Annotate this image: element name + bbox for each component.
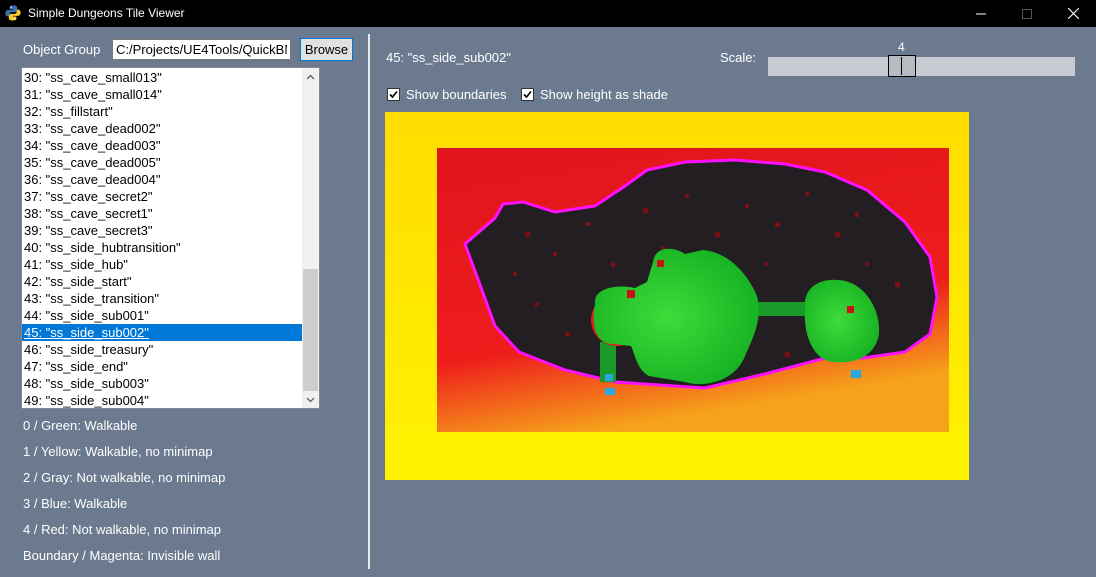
list-item[interactable]: 36: "ss_cave_dead004" [22, 171, 303, 188]
list-item[interactable]: 47: "ss_side_end" [22, 358, 303, 375]
window-title: Simple Dungeons Tile Viewer [28, 6, 185, 20]
tile-listbox[interactable]: 30: "ss_cave_small013" 31: "ss_cave_small… [21, 67, 320, 409]
list-item[interactable]: 37: "ss_cave_secret2" [22, 188, 303, 205]
title-bar: Simple Dungeons Tile Viewer [0, 0, 1096, 27]
marker-red [657, 260, 664, 267]
scale-slider-track[interactable] [768, 57, 1075, 76]
list-scrollbar[interactable] [302, 68, 319, 408]
browse-button[interactable]: Browse [300, 38, 353, 61]
marker-red [847, 306, 854, 313]
marker-red [627, 290, 635, 298]
minimize-icon [976, 13, 986, 14]
scale-slider-thumb[interactable] [888, 55, 916, 77]
panel-divider [368, 34, 370, 569]
list-item[interactable]: 31: "ss_cave_small014" [22, 86, 303, 103]
scroll-down-button[interactable] [302, 391, 319, 408]
scale-value: 4 [898, 40, 905, 54]
list-item[interactable]: 33: "ss_cave_dead002" [22, 120, 303, 137]
maximize-button[interactable] [1004, 0, 1050, 27]
show-boundaries-checkbox[interactable] [387, 88, 400, 101]
show-height-label: Show height as shade [540, 87, 668, 102]
list-item[interactable]: 39: "ss_cave_secret3" [22, 222, 303, 239]
chevron-down-icon [306, 397, 315, 402]
legend-red: 4 / Red: Not walkable, no minimap [23, 522, 221, 537]
list-item[interactable]: 49: "ss_side_sub004" [22, 392, 303, 408]
checkmark-icon [523, 90, 532, 99]
list-item[interactable]: 34: "ss_cave_dead003" [22, 137, 303, 154]
blue-walkable-tile [851, 370, 861, 378]
list-item[interactable]: 44: "ss_side_sub001" [22, 307, 303, 324]
list-item[interactable]: 42: "ss_side_start" [22, 273, 303, 290]
minimize-button[interactable] [958, 0, 1004, 27]
list-item[interactable]: 35: "ss_cave_dead005" [22, 154, 303, 171]
list-item[interactable]: 40: "ss_side_hubtransition" [22, 239, 303, 256]
legend-green: 0 / Green: Walkable [23, 418, 138, 433]
blue-walkable-tile [605, 388, 615, 395]
blue-walkable-tile [605, 374, 613, 381]
maximize-icon [1022, 8, 1032, 19]
list-item[interactable]: 48: "ss_side_sub003" [22, 375, 303, 392]
tile-list: 30: "ss_cave_small013" 31: "ss_cave_small… [22, 69, 303, 408]
python-app-icon [5, 5, 21, 21]
close-icon [1067, 8, 1079, 19]
close-button[interactable] [1050, 0, 1096, 27]
show-boundaries-label: Show boundaries [406, 87, 507, 102]
object-group-label: Object Group [23, 42, 101, 57]
tile-name-label: 45: "ss_side_sub002" [386, 50, 511, 65]
list-item[interactable]: 43: "ss_side_transition" [22, 290, 303, 307]
scroll-up-button[interactable] [302, 68, 319, 85]
show-height-checkbox[interactable] [521, 88, 534, 101]
list-item[interactable]: 41: "ss_side_hub" [22, 256, 303, 273]
green-connector [755, 302, 807, 316]
scroll-thumb[interactable] [303, 269, 318, 391]
legend-magenta: Boundary / Magenta: Invisible wall [23, 548, 221, 563]
legend-gray: 2 / Gray: Not walkable, no minimap [23, 470, 226, 485]
legend-yellow: 1 / Yellow: Walkable, no minimap [23, 444, 213, 459]
list-item[interactable]: 38: "ss_cave_secret1" [22, 205, 303, 222]
scale-label: Scale: [720, 50, 757, 65]
list-item[interactable]: 30: "ss_cave_small013" [22, 69, 303, 86]
checkmark-icon [389, 90, 398, 99]
chevron-up-icon [306, 74, 315, 79]
list-item[interactable]: 32: "ss_fillstart" [22, 103, 303, 120]
list-item[interactable]: 45: "ss_side_sub002" [22, 324, 303, 341]
tile-map-canvas [385, 112, 969, 480]
object-group-path-input[interactable] [112, 39, 291, 60]
list-item[interactable]: 46: "ss_side_treasury" [22, 341, 303, 358]
legend-blue: 3 / Blue: Walkable [23, 496, 128, 511]
